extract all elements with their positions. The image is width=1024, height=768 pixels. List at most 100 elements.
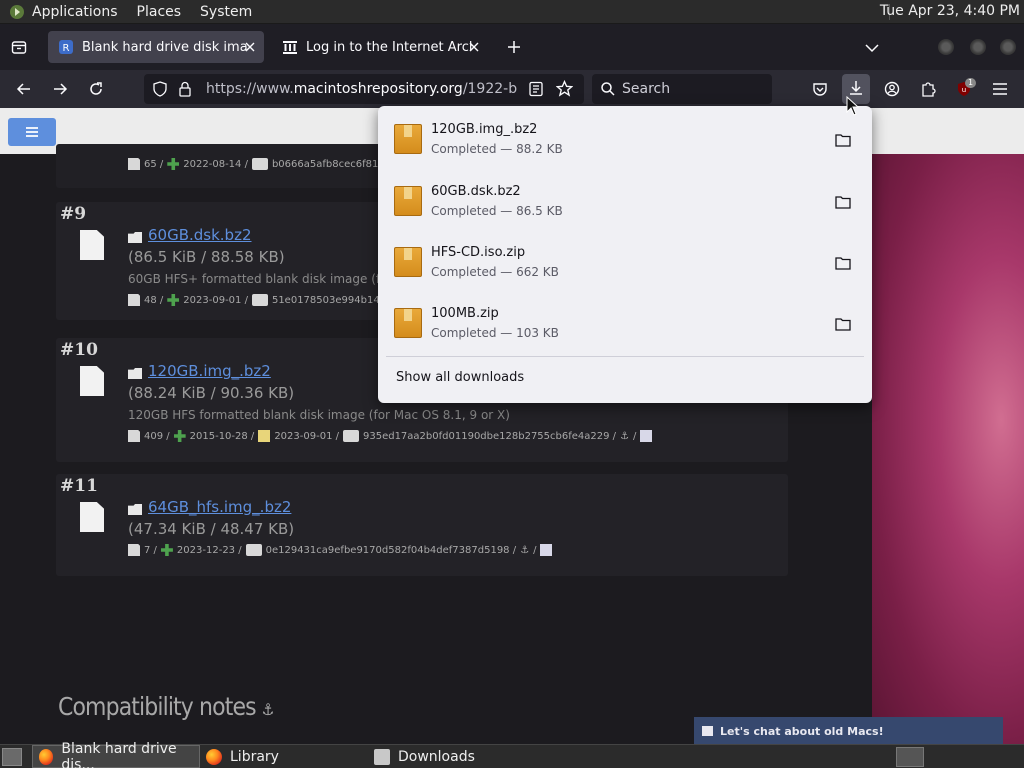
copy-icon[interactable]: [540, 544, 553, 556]
chevron-down-icon: [865, 44, 879, 53]
chat-icon: [702, 726, 713, 736]
search-placeholder: Search: [622, 81, 671, 97]
firefox-icon: [206, 748, 222, 765]
download-link[interactable]: 120GB.img_.bz2: [148, 362, 271, 380]
anchor-icon[interactable]: ⚓: [520, 545, 529, 556]
gnome-foot-icon[interactable]: [8, 3, 26, 21]
folder-icon: [128, 504, 142, 515]
chat-widget-button[interactable]: Let's chat about old Macs!: [694, 717, 1003, 745]
archive-file-icon: [394, 308, 422, 338]
search-bar[interactable]: Search: [592, 74, 772, 104]
show-desktop-button[interactable]: [2, 748, 22, 766]
file-description: 60GB HFS+ formatted blank disk image (f: [128, 272, 381, 286]
minimize-window-button[interactable]: [938, 39, 954, 55]
download-count-icon: [128, 158, 140, 170]
anchor-icon[interactable]: ⚓: [262, 700, 275, 719]
top-panel: Applications Places System Tue Apr 23, 4…: [0, 0, 1024, 24]
download-item[interactable]: 120GB.img_.bz2 Completed — 88.2 KB: [386, 112, 864, 170]
firefox-view-button[interactable]: [8, 36, 30, 58]
file-size: (88.24 KiB / 90.36 KB): [128, 384, 295, 402]
reload-icon: [90, 82, 102, 95]
download-status: Completed — 88.2 KB: [431, 142, 563, 156]
entry-meta: 65 / 2022-08-14 / b0666a5afb8cec6f8127c: [128, 158, 401, 170]
sha1-icon: [245, 544, 262, 556]
file-icon: [80, 230, 104, 260]
tab-strip: R Blank hard drive disk images Log in to…: [0, 24, 1024, 70]
reload-button[interactable]: [84, 77, 108, 101]
show-in-folder-icon[interactable]: [834, 316, 852, 332]
pocket-icon: [813, 83, 827, 96]
lock-icon[interactable]: [178, 81, 192, 101]
back-button[interactable]: [12, 77, 36, 101]
added-date-icon: [173, 430, 186, 442]
menu-places[interactable]: Places: [137, 4, 182, 20]
new-tab-button[interactable]: [504, 37, 524, 57]
show-in-folder-icon[interactable]: [834, 255, 852, 271]
show-all-downloads-button[interactable]: Show all downloads: [396, 370, 524, 385]
sha1-icon: [251, 158, 268, 170]
entry-number: #11: [60, 476, 98, 496]
maximize-window-button[interactable]: [970, 39, 986, 55]
download-status: Completed — 662 KB: [431, 265, 559, 279]
extensions-button[interactable]: [916, 77, 940, 101]
entry-meta: 48 / 2023-09-01 / 51e0178503e994b149a7: [128, 294, 403, 306]
downloads-panel: 120GB.img_.bz2 Completed — 88.2 KB 60GB.…: [378, 106, 872, 403]
url-text[interactable]: https://www.macintoshrepository.org/1922…: [206, 81, 518, 97]
folder-icon: [128, 368, 142, 379]
menu-system[interactable]: System: [200, 4, 252, 20]
taskbar-item-downloads[interactable]: Downloads: [368, 745, 538, 768]
menu-applications[interactable]: Applications: [32, 4, 118, 20]
download-item[interactable]: 100MB.zip Completed — 103 KB: [386, 296, 864, 354]
added-date-icon: [167, 158, 180, 170]
added-date-icon: [160, 544, 173, 556]
ublock-count-badge: 1: [965, 78, 977, 88]
close-tab-icon[interactable]: [242, 39, 258, 55]
entry-number: #10: [60, 340, 98, 360]
download-filename: 100MB.zip: [431, 306, 499, 321]
download-count-icon: [128, 430, 140, 442]
sha1-icon: [251, 294, 268, 306]
tracking-protection-shield-icon[interactable]: [152, 81, 168, 101]
app-menu-button[interactable]: [988, 77, 1012, 101]
file-description: 120GB HFS formatted blank disk image (fo…: [128, 408, 510, 422]
tab-title: Blank hard drive disk images: [82, 39, 248, 55]
close-window-button[interactable]: [1000, 39, 1016, 55]
archive-file-icon: [394, 186, 422, 216]
anchor-icon[interactable]: ⚓: [620, 431, 629, 442]
tab-internet-archive[interactable]: Log in to the Internet Archive: [272, 31, 488, 63]
download-link[interactable]: 64GB_hfs.img_.bz2: [148, 498, 291, 516]
show-in-folder-icon[interactable]: [834, 132, 852, 148]
clock[interactable]: Tue Apr 23, 4:40 PM: [880, 3, 1020, 19]
forward-button[interactable]: [48, 77, 72, 101]
download-status: Completed — 103 KB: [431, 326, 559, 340]
puzzle-icon: [922, 82, 936, 97]
show-in-folder-icon[interactable]: [834, 194, 852, 210]
list-icon: [26, 127, 38, 137]
download-item[interactable]: 60GB.dsk.bz2 Completed — 86.5 KB: [386, 174, 864, 232]
pocket-button[interactable]: [808, 77, 832, 101]
tray-firefox-button[interactable]: [896, 747, 924, 767]
list-all-tabs-button[interactable]: [862, 38, 882, 58]
sha1-icon: [342, 430, 359, 442]
chat-label: Let's chat about old Macs!: [720, 724, 884, 738]
bookmark-star-icon[interactable]: [555, 79, 574, 101]
reader-view-icon[interactable]: [528, 81, 544, 101]
download-filename: 120GB.img_.bz2: [431, 122, 538, 137]
taskbar-item-library[interactable]: Library: [200, 745, 360, 768]
download-item[interactable]: HFS-CD.iso.zip Completed — 662 KB: [386, 235, 864, 293]
bottom-panel: Blank hard drive dis... Library Download…: [0, 741, 1024, 768]
entry-meta: 7 / 2023-12-23 / 0e129431ca9efbe9170d582…: [128, 544, 556, 556]
site-menu-toggle-button[interactable]: [8, 118, 56, 146]
file-size: (86.5 KiB / 88.58 KB): [128, 248, 285, 266]
navigation-toolbar: https://www.macintoshrepository.org/1922…: [0, 70, 1024, 108]
arrow-right-icon: [54, 83, 68, 95]
account-button[interactable]: [880, 77, 904, 101]
address-bar[interactable]: https://www.macintoshrepository.org/1922…: [144, 74, 584, 104]
tab-blank-hard-drive[interactable]: R Blank hard drive disk images: [48, 31, 264, 63]
close-tab-icon[interactable]: [466, 39, 482, 55]
copy-icon[interactable]: [640, 430, 653, 442]
compatibility-heading: Compatibility notes ⚓: [58, 692, 274, 721]
file-icon: [80, 502, 104, 532]
download-link[interactable]: 60GB.dsk.bz2: [148, 226, 252, 244]
taskbar-item-firefox[interactable]: Blank hard drive dis...: [32, 741, 200, 768]
